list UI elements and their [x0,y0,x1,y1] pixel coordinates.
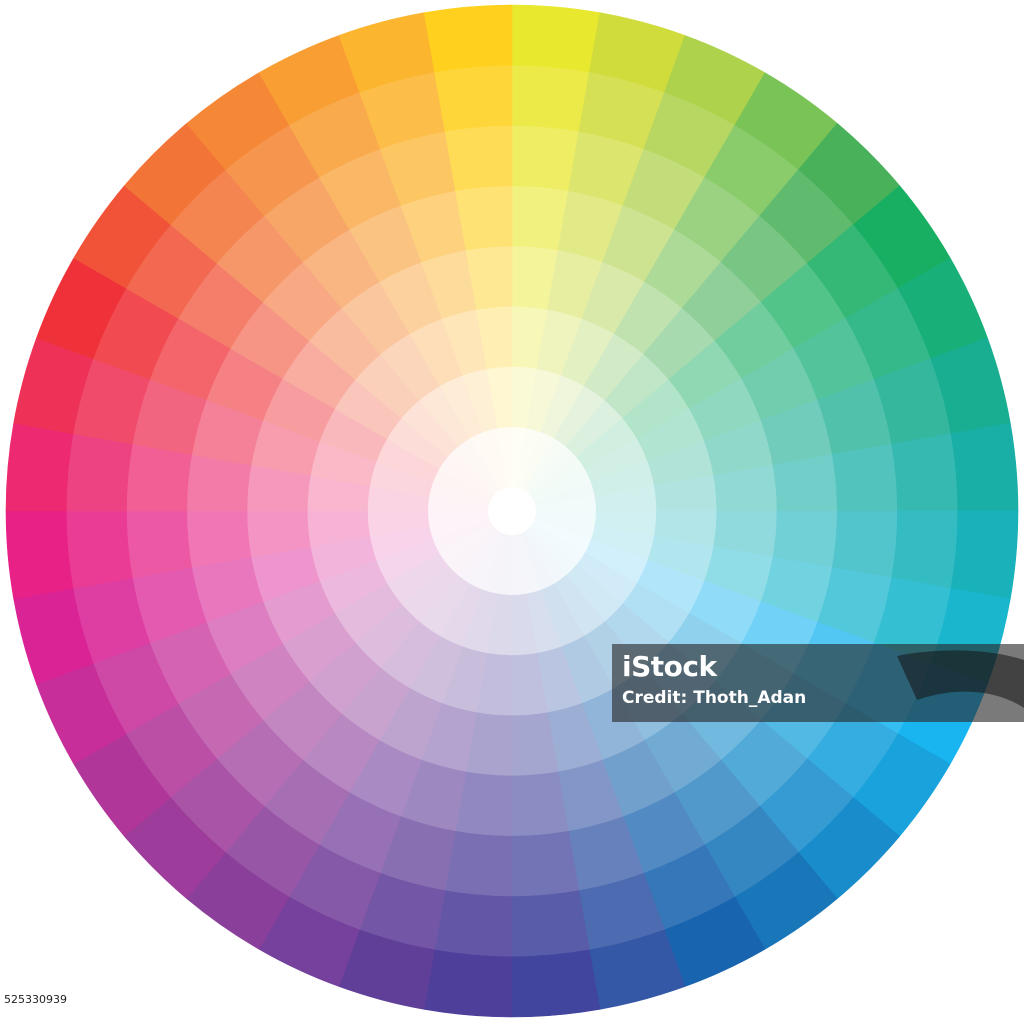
wheel-segment [831,443,898,512]
wheel-segment [511,830,580,897]
wheel-segment [126,443,193,512]
wheel-segment [5,510,74,600]
wheel-segment [126,510,193,579]
wheel-segment [891,433,959,512]
color-wheel-center [488,487,536,535]
wheel-segment [772,454,838,512]
wheel-segment [444,830,513,897]
wheel-segment [444,125,513,192]
wheel-segment [434,64,513,132]
wheel-segment [950,422,1019,512]
istock-watermark: iStock Credit: Thoth_Adan [612,644,1024,722]
wheel-segment [891,510,959,589]
color-wheel [5,4,1019,1018]
wheel-segment [950,510,1019,600]
wheel-segment [186,510,252,568]
wheel-segment [423,949,513,1018]
wheel-segment [434,890,513,958]
wheel-segment [511,890,590,958]
watermark-logo: iStock [622,650,717,683]
wheel-segment [831,510,898,579]
wheel-segment [511,125,580,192]
watermark-credit: Credit: Thoth_Adan [622,688,807,708]
wheel-segment [65,433,133,512]
wheel-segment [65,510,133,589]
wheel-segment [5,422,74,512]
image-id: 525330939 [4,993,67,1006]
wheel-segment [511,771,569,837]
wheel-segment [423,4,513,73]
wheel-segment [511,949,601,1018]
watermark-swoosh-icon [897,650,1024,708]
wheel-segment [511,4,601,73]
wheel-segment [511,64,590,132]
wheel-segment [455,185,513,251]
